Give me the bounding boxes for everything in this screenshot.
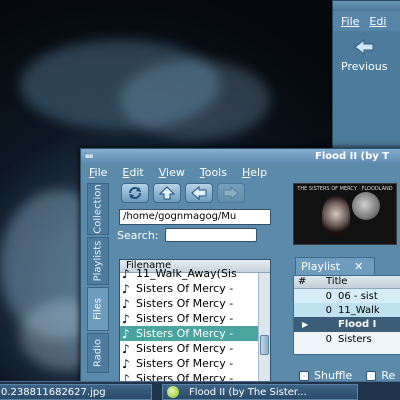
playlist-row[interactable]: 0 06 - sist — [294, 289, 400, 303]
refresh-icon — [129, 187, 141, 199]
taskbar-item-player[interactable]: Flood II (by The Sister... — [162, 384, 358, 400]
menu-bar: File Edit View Tools Help — [81, 163, 400, 181]
playlist-table[interactable]: # Title 0 06 - sist 0 11_Walk ▶ Flood I … — [293, 275, 400, 355]
tab-collection-label: Collection — [92, 184, 104, 234]
files-panel: /home/gognmagog/Mu Search: Filename ♪ 11_… — [113, 183, 271, 387]
tab-radio-label: Radio — [92, 338, 104, 368]
menu-tools[interactable]: Tools — [200, 166, 227, 179]
music-note-icon: ♪ — [122, 266, 130, 281]
track-number: 0 — [325, 304, 332, 316]
file-name: Sisters Of Mercy - — [136, 327, 234, 340]
taskbar-item-label: Flood II (by The Sister... — [189, 386, 307, 398]
arrow-up-icon — [159, 186, 175, 200]
menu-help[interactable]: Help — [242, 166, 267, 179]
taskbar-item-label: 0.238811682627.jpg — [1, 386, 106, 398]
track-title: 06 - sist — [338, 290, 378, 302]
file-name: Sisters Of Mercy - — [136, 282, 234, 295]
grip-icon: ▪▪ — [85, 152, 94, 160]
music-note-icon: ♪ — [122, 341, 130, 356]
playlist-header: # Title — [294, 276, 400, 289]
file-name: Sisters Of Mercy - — [136, 312, 234, 325]
tab-radio[interactable]: Radio — [87, 333, 109, 373]
refresh-button[interactable] — [121, 183, 149, 203]
file-name: Sisters Of Mercy - — [136, 297, 234, 310]
track-number: 0 — [325, 290, 332, 302]
column-title[interactable]: Title — [322, 276, 347, 288]
back-button[interactable] — [185, 183, 213, 203]
music-note-icon: ♪ — [122, 296, 130, 311]
list-item[interactable]: ♪ Sisters Of Mercy - — [120, 311, 258, 326]
window-titlebar[interactable]: ▪▪ Flood II (by T — [81, 149, 400, 163]
search-input[interactable] — [164, 228, 257, 242]
main-window[interactable]: ▪▪ Flood II (by T File Edit View Tools H… — [80, 148, 400, 388]
file-list[interactable]: Filename ♪ 11_Walk_Away(Sis ♪ Sisters Of M… — [119, 259, 271, 387]
file-name: Sisters Of Mercy - — [136, 342, 234, 355]
shuffle-checkbox[interactable] — [299, 370, 309, 381]
list-item[interactable]: ♪ 11_Walk_Away(Sis — [120, 266, 258, 281]
search-label: Search: — [117, 228, 159, 242]
tab-playlists[interactable]: Playlists — [87, 237, 109, 285]
cover-moon-image — [352, 192, 380, 220]
group-title: Flood I — [338, 319, 377, 330]
previous-label: Previous — [341, 60, 388, 73]
menu-file[interactable]: File — [341, 15, 359, 28]
list-item[interactable]: ♪ Sisters Of Mercy - — [120, 341, 258, 356]
list-item-selected[interactable]: ♪ Sisters Of Mercy - — [120, 326, 258, 341]
file-name: 11_Walk_Away(Sis — [136, 267, 237, 280]
side-tabs: Collection Playlists Files Radio — [87, 183, 109, 383]
background-window-menubar: File Edi — [333, 11, 400, 31]
tab-collection[interactable]: Collection — [87, 183, 109, 235]
music-note-icon: ♪ — [122, 311, 130, 326]
background-window[interactable]: File Edi Previous — [332, 0, 400, 150]
tab-playlist[interactable]: Playlist ✕ — [295, 257, 375, 275]
track-title: Sisters — [338, 333, 372, 345]
column-number[interactable]: # — [294, 276, 322, 288]
music-note-icon: ♪ — [122, 326, 130, 341]
arrow-left-icon — [191, 186, 207, 200]
app-icon — [167, 386, 179, 398]
taskbar: 0.238811682627.jpg Flood II (by The Sist… — [0, 381, 400, 400]
close-icon[interactable]: ✕ — [354, 260, 363, 273]
track-title: 11_Walk — [338, 304, 380, 316]
forward-button[interactable] — [217, 183, 245, 203]
playlist-tab-label: Playlist — [301, 260, 341, 273]
arrow-right-icon — [223, 186, 239, 200]
menu-edit[interactable]: Edit — [122, 166, 143, 179]
tab-files[interactable]: Files — [87, 287, 109, 331]
file-toolbar — [113, 183, 271, 205]
taskbar-item-image[interactable]: 0.238811682627.jpg — [0, 384, 152, 400]
track-number: 0 — [325, 333, 332, 345]
window-title: Flood II (by T — [315, 150, 390, 162]
vertical-scrollbar[interactable] — [258, 273, 270, 386]
play-triangle-icon: ▶ — [302, 320, 309, 329]
scrollbar-thumb[interactable] — [260, 335, 269, 355]
file-name: Sisters Of Mercy - — [136, 357, 234, 370]
file-rows: ♪ 11_Walk_Away(Sis ♪ Sisters Of Mercy - ♪ S… — [120, 267, 258, 386]
previous-button[interactable]: Previous — [333, 31, 400, 73]
up-button[interactable] — [153, 183, 181, 203]
playlist-row[interactable]: 0 11_Walk — [294, 303, 400, 317]
repeat-checkbox[interactable] — [366, 370, 377, 381]
menu-view[interactable]: View — [159, 166, 185, 179]
tab-playlists-label: Playlists — [92, 240, 104, 282]
background-window-titlebar[interactable] — [333, 1, 400, 11]
list-item[interactable]: ♪ Sisters Of Mercy - — [120, 281, 258, 296]
path-input[interactable]: /home/gognmagog/Mu — [119, 209, 271, 225]
playlist-group-header[interactable]: ▶ Flood I — [294, 317, 400, 332]
music-note-icon: ♪ — [122, 281, 130, 296]
cover-title: THE SISTERS OF MERCY · FLOODLAND — [297, 186, 393, 192]
menu-edit[interactable]: Edi — [369, 15, 386, 28]
arrow-left-icon — [354, 38, 374, 56]
list-item[interactable]: ♪ Sisters Of Mercy - — [120, 356, 258, 371]
music-note-icon: ♪ — [122, 356, 130, 371]
menu-file[interactable]: File — [89, 166, 107, 179]
list-item[interactable]: ♪ Sisters Of Mercy - — [120, 296, 258, 311]
wallpaper-glow-2 — [120, 60, 270, 140]
cover-face-image — [322, 196, 350, 236]
playlist-row[interactable]: 0 Sisters — [294, 332, 400, 346]
album-cover: THE SISTERS OF MERCY · FLOODLAND — [293, 183, 397, 245]
search-row: Search: — [117, 228, 271, 242]
tab-files-label: Files — [92, 298, 104, 320]
